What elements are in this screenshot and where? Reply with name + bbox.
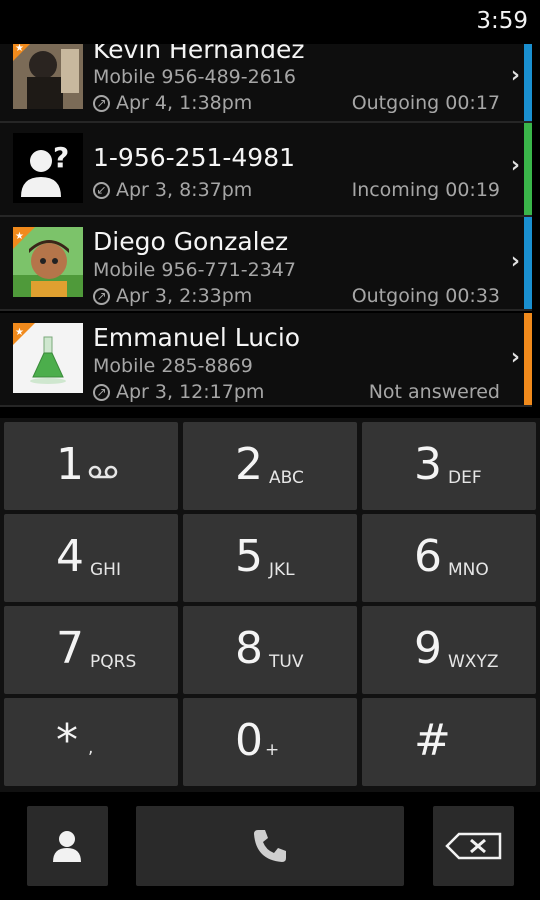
svg-text:?: ? bbox=[53, 141, 69, 174]
key-digit: 2 bbox=[235, 439, 263, 490]
svg-text:★: ★ bbox=[15, 327, 24, 338]
key-letters: + bbox=[265, 740, 280, 760]
call-time: ↗ Apr 3, 12:17pm bbox=[93, 381, 264, 403]
dialpad-key-2[interactable]: 2 ABC bbox=[183, 422, 357, 510]
contact-photo-diego[interactable]: ★ bbox=[13, 227, 83, 297]
call-accent-bar bbox=[524, 44, 532, 121]
key-digit: 3 bbox=[414, 439, 442, 490]
voicemail-icon bbox=[88, 464, 118, 484]
backspace-icon bbox=[445, 832, 503, 864]
key-letters: MNO bbox=[448, 560, 489, 580]
dialpad-key-0[interactable]: 0 + bbox=[183, 698, 357, 786]
key-letters: ABC bbox=[269, 468, 304, 488]
key-letters: , bbox=[88, 738, 94, 758]
call-datetime: Apr 3, 12:17pm bbox=[116, 381, 265, 403]
key-digit: 7 bbox=[56, 623, 84, 674]
outgoing-call-icon: ↗ bbox=[93, 288, 110, 305]
call-status: Outgoing 00:33 bbox=[351, 285, 500, 307]
dialpad-key-1[interactable]: 1 bbox=[4, 422, 178, 510]
key-digit: 4 bbox=[56, 531, 84, 582]
dialpad-key-8[interactable]: 8 TUV bbox=[183, 606, 357, 694]
chevron-right-icon[interactable]: › bbox=[511, 153, 520, 178]
call-status: Outgoing 00:17 bbox=[351, 92, 500, 114]
svg-text:★: ★ bbox=[15, 231, 24, 242]
key-letters: JKL bbox=[269, 560, 295, 580]
key-letters: PQRS bbox=[90, 652, 137, 672]
key-digit: 8 bbox=[235, 623, 263, 674]
call-accent-bar bbox=[524, 123, 532, 215]
status-bar: 3:59 bbox=[0, 0, 540, 44]
svg-text:★: ★ bbox=[15, 44, 24, 54]
key-letters: DEF bbox=[448, 468, 482, 488]
contact-number: Mobile 956-489-2616 bbox=[93, 66, 296, 88]
status-time: 3:59 bbox=[476, 8, 528, 34]
dialpad-key-3[interactable]: 3 DEF bbox=[362, 422, 536, 510]
call-log-row[interactable]: ? 1-956-251-4981 ↙ Apr 3, 8:37pm Incoming… bbox=[0, 123, 532, 217]
dialpad-key-4[interactable]: 4 GHI bbox=[4, 514, 178, 602]
key-digit: # bbox=[414, 715, 451, 766]
key-digit: 1 bbox=[56, 439, 84, 490]
key-digit: 5 bbox=[235, 531, 263, 582]
contact-name: Diego Gonzalez bbox=[93, 227, 289, 256]
dialpad-key-6[interactable]: 6 MNO bbox=[362, 514, 536, 602]
call-time: ↙ Apr 3, 8:37pm bbox=[93, 179, 252, 201]
dialer-action-bar bbox=[0, 792, 540, 900]
dialpad: 1 2 ABC 3 DEF 4 GHI 5 JKL 6 MNO 7 PQRS 8… bbox=[0, 418, 540, 792]
dialpad-key-9[interactable]: 9 WXYZ bbox=[362, 606, 536, 694]
call-accent-bar bbox=[524, 313, 532, 405]
chevron-right-icon[interactable]: › bbox=[511, 249, 520, 274]
chevron-right-icon[interactable]: › bbox=[511, 345, 520, 370]
outgoing-call-icon: ↗ bbox=[93, 384, 110, 401]
call-datetime: Apr 3, 2:33pm bbox=[116, 285, 253, 307]
key-digit: 0 bbox=[235, 715, 263, 766]
contacts-button[interactable] bbox=[27, 806, 108, 886]
key-digit: 9 bbox=[414, 623, 442, 674]
key-digit: 6 bbox=[414, 531, 442, 582]
call-log-row[interactable]: ★ Kevin Hernandez Mobile 956-489-2616 ↗ A… bbox=[0, 44, 532, 123]
dialpad-key-7[interactable]: 7 PQRS bbox=[4, 606, 178, 694]
key-letters: WXYZ bbox=[448, 652, 499, 672]
contact-photo-kevin[interactable]: ★ bbox=[13, 44, 83, 109]
outgoing-call-icon: ↗ bbox=[93, 95, 110, 112]
call-time: ↗ Apr 4, 1:38pm bbox=[93, 92, 252, 114]
dialpad-key-5[interactable]: 5 JKL bbox=[183, 514, 357, 602]
call-log-list[interactable]: ★ Kevin Hernandez Mobile 956-489-2616 ↗ A… bbox=[0, 44, 540, 410]
contact-name: Emmanuel Lucio bbox=[93, 323, 301, 352]
backspace-button[interactable] bbox=[433, 806, 514, 886]
dialpad-key-hash[interactable]: # bbox=[362, 698, 536, 786]
contact-number: Mobile 285-8869 bbox=[93, 355, 253, 377]
call-log-row[interactable]: ★ Emmanuel Lucio Mobile 285-8869 ↗ Apr 3,… bbox=[0, 313, 532, 407]
key-letters: TUV bbox=[269, 652, 304, 672]
contacts-icon bbox=[52, 830, 82, 866]
call-datetime: Apr 3, 8:37pm bbox=[116, 179, 253, 201]
contact-photo-emmanuel[interactable]: ★ bbox=[13, 323, 83, 393]
call-datetime: Apr 4, 1:38pm bbox=[116, 92, 253, 114]
contact-name: 1-956-251-4981 bbox=[93, 143, 296, 172]
key-letters: GHI bbox=[90, 560, 121, 580]
call-accent-bar bbox=[524, 217, 532, 309]
dialpad-key-star[interactable]: * , bbox=[4, 698, 178, 786]
call-time: ↗ Apr 3, 2:33pm bbox=[93, 285, 252, 307]
chevron-right-icon[interactable]: › bbox=[511, 63, 520, 88]
phone-call-icon bbox=[250, 826, 290, 870]
call-status: Not answered bbox=[368, 381, 500, 403]
incoming-call-icon: ↙ bbox=[93, 182, 110, 199]
call-log-row[interactable]: ★ Diego Gonzalez Mobile 956-771-2347 ↗ Ap… bbox=[0, 217, 532, 311]
call-status: Incoming 00:19 bbox=[351, 179, 500, 201]
contact-name: Kevin Hernandez bbox=[93, 44, 305, 64]
key-digit: * bbox=[56, 715, 78, 766]
unknown-contact-icon[interactable]: ? bbox=[13, 133, 83, 203]
call-button[interactable] bbox=[136, 806, 404, 886]
contact-number: Mobile 956-771-2347 bbox=[93, 259, 296, 281]
